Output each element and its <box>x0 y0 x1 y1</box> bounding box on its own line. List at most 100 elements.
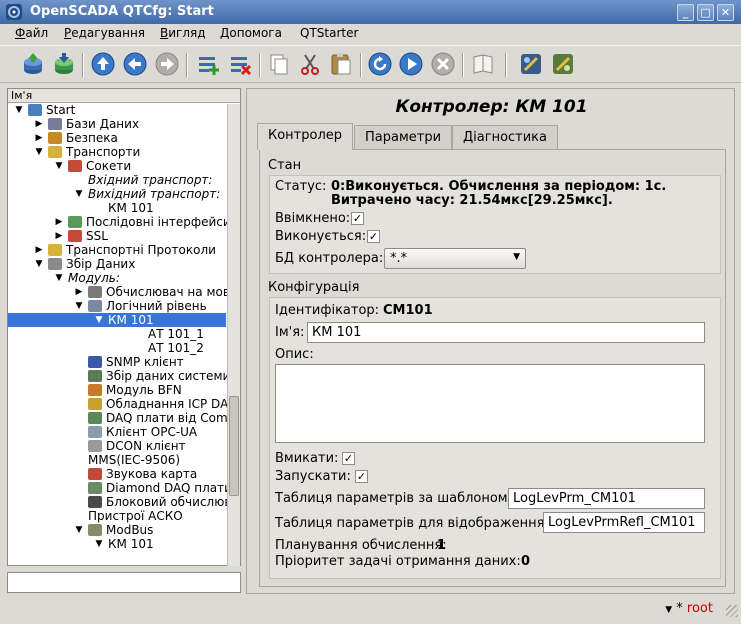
tree-item[interactable]: ▼ ModBus <box>8 523 226 537</box>
tree-item[interactable]: ▶ SSL <box>8 229 226 243</box>
paste-icon[interactable] <box>328 51 354 77</box>
tree-item[interactable]: Diamond DAQ плати <box>8 481 232 495</box>
cut-icon[interactable] <box>297 51 323 77</box>
tree-item[interactable]: АТ 101_1 <box>8 327 226 341</box>
tree-item[interactable]: Модуль BFN <box>8 383 226 397</box>
tree-item[interactable]: Пристрої АСКО <box>8 509 226 523</box>
expand-down-icon[interactable]: ▼ <box>74 299 84 313</box>
tree-item[interactable]: ▼ КМ 101 <box>8 313 226 327</box>
expand-right-icon[interactable]: ▶ <box>54 229 64 243</box>
tree-scrollbar-thumb[interactable] <box>229 396 239 496</box>
tree-item[interactable]: ▼ Транспорти <box>8 145 226 159</box>
tree-item[interactable]: ▼ КМ 101 <box>8 537 226 551</box>
delete-item-icon[interactable] <box>227 51 253 77</box>
add-item-icon[interactable] <box>195 51 221 77</box>
expand-down-icon[interactable]: ▼ <box>94 313 104 327</box>
tree-item[interactable]: Збір даних системи <box>8 369 230 383</box>
tree-item[interactable]: Обладнання ICP DAS <box>8 397 236 411</box>
tree-item[interactable]: ▶ Транспортні Протоколи <box>8 243 226 257</box>
tree-item[interactable]: MMS(IEC-9506) <box>8 453 226 467</box>
to-start-checkbox[interactable]: ✓ <box>355 470 368 483</box>
tree-header[interactable]: Ім'я <box>8 89 240 103</box>
expand-down-icon[interactable]: ▼ <box>34 145 44 159</box>
expand-right-icon[interactable]: ▶ <box>34 131 44 145</box>
tree-item-label: Обчислювач на мові <box>106 285 234 299</box>
back-icon[interactable] <box>122 51 148 77</box>
prm-refl-label: Таблиця параметрів для відображення: <box>275 516 549 531</box>
tree-item[interactable]: Блоковий обчислювач <box>8 495 240 509</box>
refresh-icon[interactable] <box>367 51 393 77</box>
prm-refl-field[interactable]: LogLevPrmRefl_CM101 <box>543 512 705 533</box>
db-select[interactable]: *.* ▼ <box>384 248 526 269</box>
description-field[interactable] <box>275 364 705 443</box>
tree-item[interactable]: Звукова карта <box>8 467 226 481</box>
tree-vertical-scrollbar[interactable] <box>227 104 240 566</box>
menu-bar: Файл Редагування Вигляд Допомога QTStart… <box>0 24 741 45</box>
tree-item[interactable]: ▼ Логічний рівень <box>8 299 226 313</box>
tree-node-icon <box>88 496 102 508</box>
minimize-button[interactable]: _ <box>677 4 694 21</box>
resize-grip-icon[interactable] <box>726 605 738 617</box>
expand-down-icon[interactable]: ▼ <box>54 271 64 285</box>
tree-filter-input[interactable] <box>7 572 241 593</box>
tab-controller[interactable]: Контролер <box>257 123 354 150</box>
tree-item[interactable]: ▶ Безпека <box>8 131 226 145</box>
vision-icon[interactable] <box>550 51 576 77</box>
tree-item[interactable]: ▼ Модуль: <box>8 271 226 285</box>
tree-item[interactable]: ▼ Вихідний транспорт: <box>8 187 226 201</box>
tab-diagnostics[interactable]: Діагностика <box>452 125 559 149</box>
tree-item[interactable]: Вхідний транспорт: <box>8 173 226 187</box>
tree-item-label: Бази Даних <box>66 117 140 131</box>
tree-node-icon <box>28 104 42 116</box>
tree-item[interactable]: ▼ Start <box>8 103 226 117</box>
menu-edit[interactable]: Редагування <box>64 26 145 40</box>
tree-item[interactable]: ▶ Послідовні інтерфейси <box>8 215 231 229</box>
expand-right-icon[interactable]: ▶ <box>34 117 44 131</box>
close-window-button[interactable]: ✕ <box>717 4 734 21</box>
menu-file[interactable]: Файл <box>15 26 48 40</box>
expand-down-icon[interactable]: ▼ <box>74 523 84 537</box>
db-load-icon[interactable] <box>20 51 46 77</box>
expand-down-icon[interactable]: ▼ <box>74 187 84 201</box>
tree-item[interactable]: DCON клієнт <box>8 439 226 453</box>
tree-item[interactable]: Клієнт OPC-UA <box>8 425 226 439</box>
maximize-button[interactable]: □ <box>697 4 714 21</box>
forward-icon[interactable] <box>154 51 180 77</box>
menu-help[interactable]: Допомога <box>220 26 282 40</box>
expand-down-icon[interactable]: ▼ <box>34 257 44 271</box>
menu-view[interactable]: Вигляд <box>160 26 206 40</box>
expand-right-icon[interactable]: ▶ <box>34 243 44 257</box>
tree-item[interactable]: DAQ плати від Comedi <box>8 411 240 425</box>
tree-item[interactable]: АТ 101_2 <box>8 341 226 355</box>
status-user[interactable]: ▼ * root <box>665 601 713 616</box>
name-field[interactable]: КМ 101 <box>307 322 705 343</box>
tree-item[interactable]: КМ 101 <box>8 201 226 215</box>
enabled-checkbox[interactable]: ✓ <box>351 212 364 225</box>
expand-down-icon[interactable]: ▼ <box>94 537 104 551</box>
tree-item[interactable]: ▼ Збір Даних <box>8 257 226 271</box>
navigation-tree[interactable]: Ім'я ▼ Start ▶ Бази Даних ▶ Безпека ▼ Транспорт… <box>7 88 241 566</box>
running-checkbox[interactable]: ✓ <box>367 230 380 243</box>
up-icon[interactable] <box>90 51 116 77</box>
tree-item[interactable]: ▶ Бази Даних <box>8 117 226 131</box>
tree-item[interactable]: SNMP клієнт <box>8 355 226 369</box>
to-enable-checkbox[interactable]: ✓ <box>342 452 355 465</box>
db-save-icon[interactable] <box>51 51 77 77</box>
page-title: Контролер: КМ 101 <box>395 97 588 117</box>
manual-icon[interactable] <box>470 51 496 77</box>
expand-right-icon[interactable]: ▶ <box>74 285 84 299</box>
expand-down-icon[interactable]: ▼ <box>54 159 64 173</box>
db-label: БД контролера: <box>275 251 384 266</box>
qtcfg-icon[interactable] <box>518 51 544 77</box>
tree-item-label: Логічний рівень <box>106 299 207 313</box>
copy-icon[interactable] <box>266 51 292 77</box>
stop-icon[interactable] <box>430 51 456 77</box>
prm-table-field[interactable]: LogLevPrm_CM101 <box>508 488 705 509</box>
expand-right-icon[interactable]: ▶ <box>54 215 64 229</box>
expand-down-icon[interactable]: ▼ <box>14 103 24 117</box>
tree-item[interactable]: ▶ Обчислювач на мові <box>8 285 234 299</box>
tab-parameters[interactable]: Параметри <box>354 125 453 149</box>
start-icon[interactable] <box>398 51 424 77</box>
tree-item[interactable]: ▼ Сокети <box>8 159 226 173</box>
menu-qtstarter[interactable]: QTStarter <box>300 26 358 40</box>
